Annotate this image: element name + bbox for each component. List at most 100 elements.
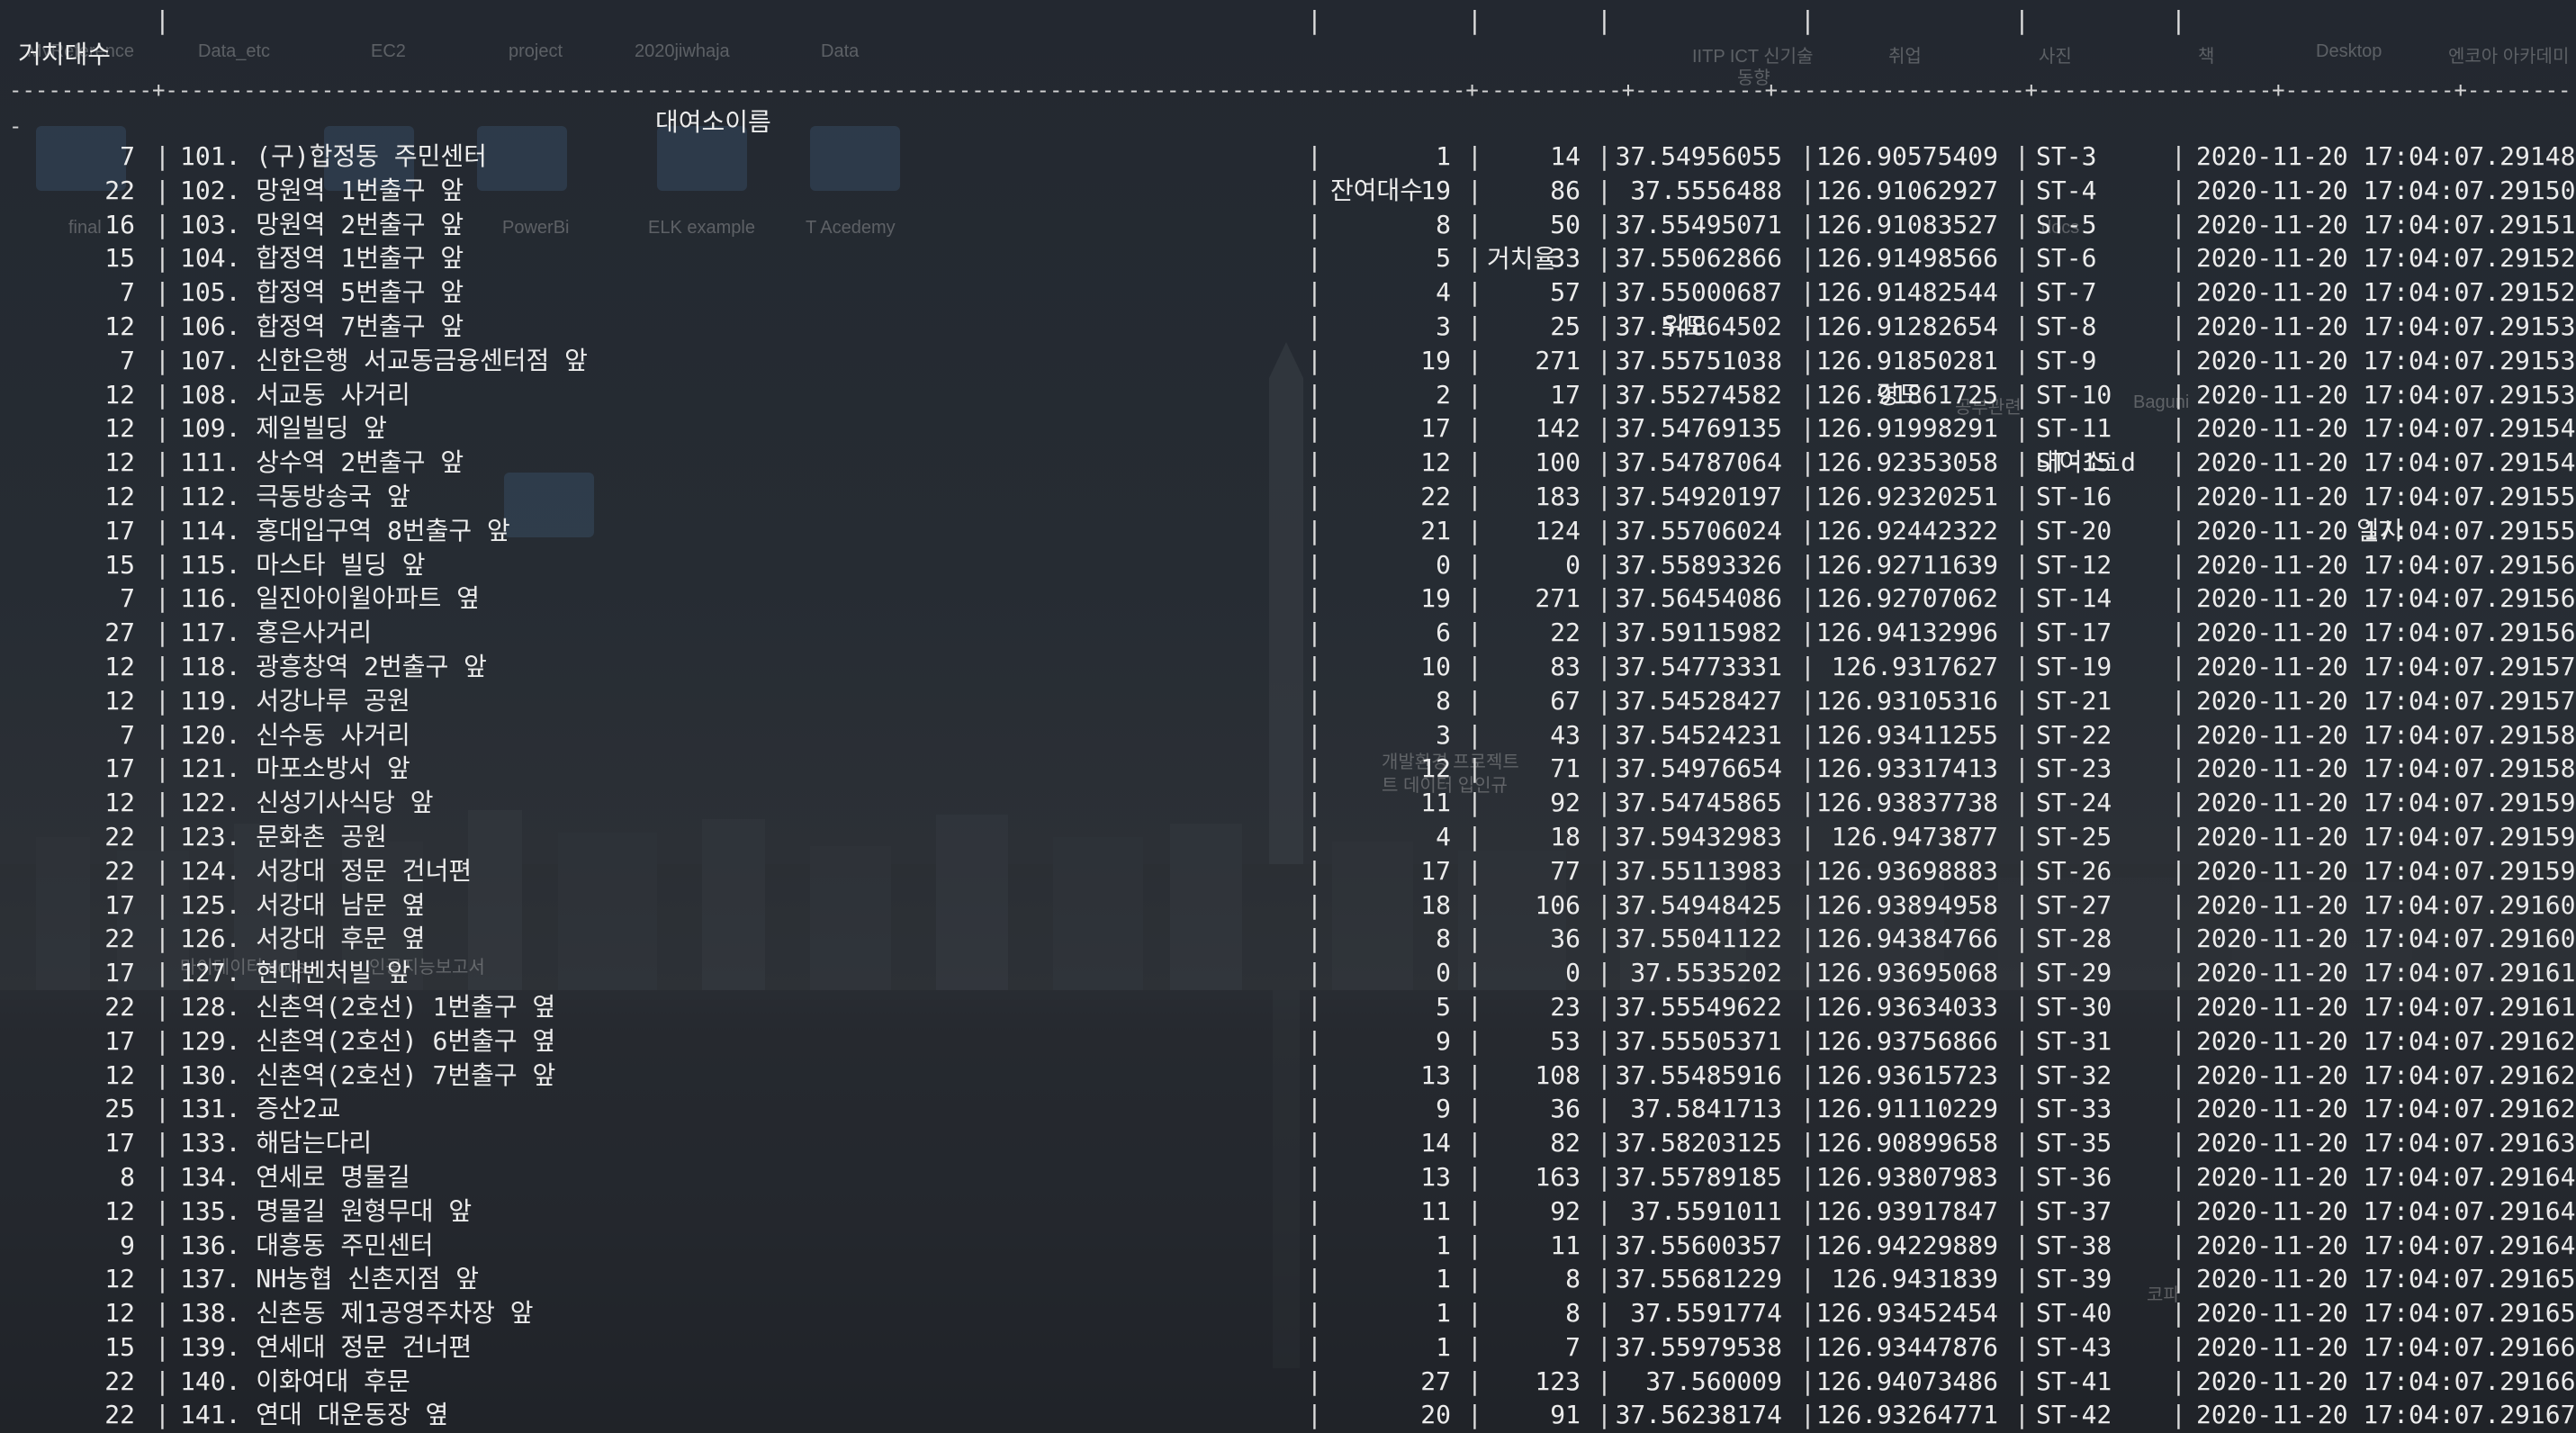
cell-rate: 86 bbox=[1550, 175, 1581, 205]
table-row: 27 117. 홍은사거리 6 22 37.59115982 126.94132996 ST… bbox=[0, 616, 2576, 650]
column-divider: | bbox=[2171, 1264, 2186, 1294]
terminal-output[interactable]: 거치대수 | 대여소이름 | 잔여대수 | 거치율 | 위도 | 경도 | 대여… bbox=[0, 0, 2576, 1433]
column-divider: | bbox=[2014, 788, 2030, 818]
cell-rate: 77 bbox=[1550, 855, 1581, 886]
column-divider: | bbox=[1307, 175, 1322, 205]
column-divider: | bbox=[2014, 277, 2030, 308]
column-divider: | bbox=[1800, 515, 1815, 545]
cell-lat: 37.54864502 bbox=[1615, 311, 1782, 341]
column-divider: | bbox=[2171, 958, 2186, 988]
cell-name: 130. 신촌역(2호선) 7번출구 앞 bbox=[180, 1059, 556, 1090]
cell-lat: 37.55893326 bbox=[1615, 549, 1782, 580]
cell-name: 107. 신한은행 서교동금융센터점 앞 bbox=[180, 345, 588, 375]
cell-lng: 126.9431839 bbox=[1831, 1264, 1998, 1294]
column-divider: | bbox=[1800, 311, 1815, 341]
cell-rate: 8 bbox=[1565, 1264, 1581, 1294]
cell-ts: 2020-11-20 17:04:07.291574 bbox=[2196, 651, 2576, 681]
cell-cnt: 17 bbox=[104, 1128, 135, 1158]
column-divider: | bbox=[1800, 1230, 1815, 1260]
column-divider: | bbox=[1307, 5, 1322, 35]
cell-lng: 126.90575409 bbox=[1815, 141, 1998, 171]
column-divider: | bbox=[155, 889, 170, 920]
column-divider: | bbox=[1467, 753, 1482, 784]
column-divider: | bbox=[1307, 821, 1322, 852]
column-divider: | bbox=[1307, 1230, 1322, 1260]
column-divider: | bbox=[2171, 583, 2186, 614]
column-divider: | bbox=[1800, 1331, 1815, 1362]
cell-rate: 50 bbox=[1550, 209, 1581, 239]
column-divider: | bbox=[1467, 1025, 1482, 1056]
cell-cnt: 12 bbox=[104, 1059, 135, 1090]
cell-id: ST-12 bbox=[2036, 549, 2112, 580]
cell-ts: 2020-11-20 17:04:07.291657 bbox=[2196, 1298, 2576, 1329]
cell-id: ST-41 bbox=[2036, 1365, 2112, 1396]
cell-left: 8 bbox=[1436, 924, 1451, 954]
cell-lat: 37.54528427 bbox=[1615, 685, 1782, 716]
cell-cnt: 15 bbox=[104, 1331, 135, 1362]
column-divider: | bbox=[1597, 889, 1612, 920]
cell-lng: 126.9317627 bbox=[1831, 651, 1998, 681]
cell-name: 125. 서강대 남문 옆 bbox=[180, 889, 426, 920]
column-divider: | bbox=[1467, 277, 1482, 308]
cell-id: ST-27 bbox=[2036, 889, 2112, 920]
cell-cnt: 25 bbox=[104, 1094, 135, 1124]
cell-cnt: 17 bbox=[104, 515, 135, 545]
cell-ts: 2020-11-20 17:04:07.291616 bbox=[2196, 991, 2576, 1022]
table-row: 7 120. 신수동 사거리 3 43 37.54524231 126.93411255 S… bbox=[0, 718, 2576, 753]
cell-cnt: 22 bbox=[104, 1365, 135, 1396]
cell-lat: 37.56454086 bbox=[1615, 583, 1782, 614]
cell-lat: 37.54956055 bbox=[1615, 141, 1782, 171]
cell-lat: 37.5591774 bbox=[1630, 1298, 1782, 1329]
cell-ts: 2020-11-20 17:04:07.291535 bbox=[2196, 345, 2576, 375]
table-row: 12 135. 명물길 원형무대 앞 11 92 37.5591011 126.93917… bbox=[0, 1194, 2576, 1229]
cell-name: 105. 합정역 5번출구 앞 bbox=[180, 277, 464, 308]
column-divider: | bbox=[1597, 1161, 1612, 1192]
cell-id: ST-23 bbox=[2036, 753, 2112, 784]
cell-name: 126. 서강대 후문 옆 bbox=[180, 924, 426, 954]
cell-lat: 37.56238174 bbox=[1615, 1400, 1782, 1430]
column-divider: | bbox=[1467, 617, 1482, 648]
column-divider: | bbox=[1307, 788, 1322, 818]
cell-ts: 2020-11-20 17:04:07.291483 bbox=[2196, 141, 2576, 171]
column-divider: | bbox=[2171, 788, 2186, 818]
column-divider: | bbox=[1800, 1365, 1815, 1396]
column-divider: | bbox=[1800, 1400, 1815, 1430]
column-divider: | bbox=[2014, 1331, 2030, 1362]
column-divider: | bbox=[2014, 1298, 2030, 1329]
column-divider: | bbox=[1597, 5, 1612, 35]
cell-ts: 2020-11-20 17:04:07.291565 bbox=[2196, 583, 2576, 614]
column-divider: | bbox=[155, 481, 170, 511]
column-divider: | bbox=[1307, 447, 1322, 478]
cell-lng: 126.93894958 bbox=[1815, 889, 1998, 920]
column-divider: | bbox=[2014, 1025, 2030, 1056]
column-divider: | bbox=[155, 719, 170, 750]
cell-left: 9 bbox=[1436, 1025, 1451, 1056]
cell-cnt: 22 bbox=[104, 855, 135, 886]
cell-name: 122. 신성기사식당 앞 bbox=[180, 788, 434, 818]
column-divider: | bbox=[1307, 889, 1322, 920]
table-row: 22 102. 망원역 1번출구 앞 19 86 37.5556488 126.91062… bbox=[0, 174, 2576, 208]
table-row: 9 136. 대흥동 주민센터 1 11 37.55600357 126.94229889… bbox=[0, 1229, 2576, 1263]
cell-lng: 126.91083527 bbox=[1815, 209, 1998, 239]
column-divider: | bbox=[1467, 209, 1482, 239]
cell-cnt: 12 bbox=[104, 685, 135, 716]
column-divider: | bbox=[2171, 1059, 2186, 1090]
column-divider: | bbox=[1597, 311, 1612, 341]
column-divider: | bbox=[1467, 379, 1482, 410]
table-row: 7 107. 신한은행 서교동금융센터점 앞 19 271 37.55751038 126… bbox=[0, 344, 2576, 378]
cell-rate: 67 bbox=[1550, 685, 1581, 716]
cell-left: 10 bbox=[1420, 651, 1451, 681]
column-divider: | bbox=[1307, 1161, 1322, 1192]
cell-name: 114. 홍대입구역 8번출구 앞 bbox=[180, 515, 510, 545]
column-divider: | bbox=[1597, 788, 1612, 818]
cell-lat: 37.55062866 bbox=[1615, 243, 1782, 274]
cell-rate: 183 bbox=[1535, 481, 1581, 511]
cell-left: 12 bbox=[1420, 753, 1451, 784]
column-divider: | bbox=[1467, 788, 1482, 818]
column-divider: | bbox=[1597, 617, 1612, 648]
column-divider: | bbox=[1307, 243, 1322, 274]
cell-lat: 37.55041122 bbox=[1615, 924, 1782, 954]
column-divider: | bbox=[2171, 991, 2186, 1022]
cell-name: 139. 연세대 정문 건너편 bbox=[180, 1331, 473, 1362]
column-divider: | bbox=[2014, 685, 2030, 716]
